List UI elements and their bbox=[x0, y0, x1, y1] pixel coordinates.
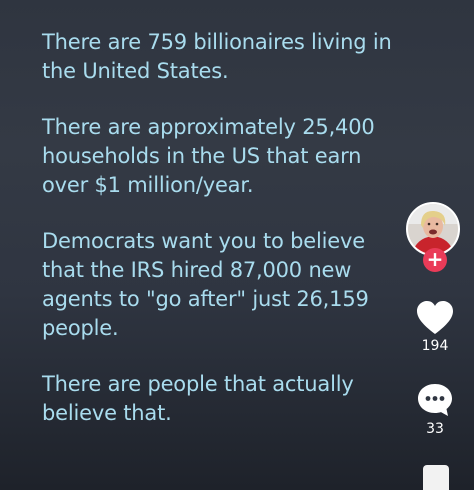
like-button[interactable] bbox=[415, 300, 455, 336]
plus-icon: + bbox=[426, 247, 444, 271]
comment-count: 33 bbox=[426, 421, 444, 437]
heart-icon bbox=[417, 301, 453, 334]
like-count: 194 bbox=[421, 338, 449, 354]
video-screen[interactable]: There are 759 billionaires living in the… bbox=[0, 0, 474, 490]
bookmark-icon[interactable] bbox=[423, 465, 449, 490]
caption-paragraph-4: There are people that actually believe t… bbox=[42, 372, 354, 425]
comment-button[interactable] bbox=[416, 382, 454, 418]
post-caption: There are 759 billionaires living in the… bbox=[42, 28, 394, 455]
comment-bubble-icon bbox=[418, 384, 452, 416]
caption-paragraph-3: Democrats want you to believe that the I… bbox=[42, 229, 369, 340]
caption-paragraph-2: There are approximately 25,400 household… bbox=[42, 115, 375, 197]
follow-plus-button[interactable]: + bbox=[423, 248, 447, 272]
caption-paragraph-1: There are 759 billionaires living in the… bbox=[42, 30, 392, 83]
action-rail: + 194 33 bbox=[403, 200, 467, 490]
